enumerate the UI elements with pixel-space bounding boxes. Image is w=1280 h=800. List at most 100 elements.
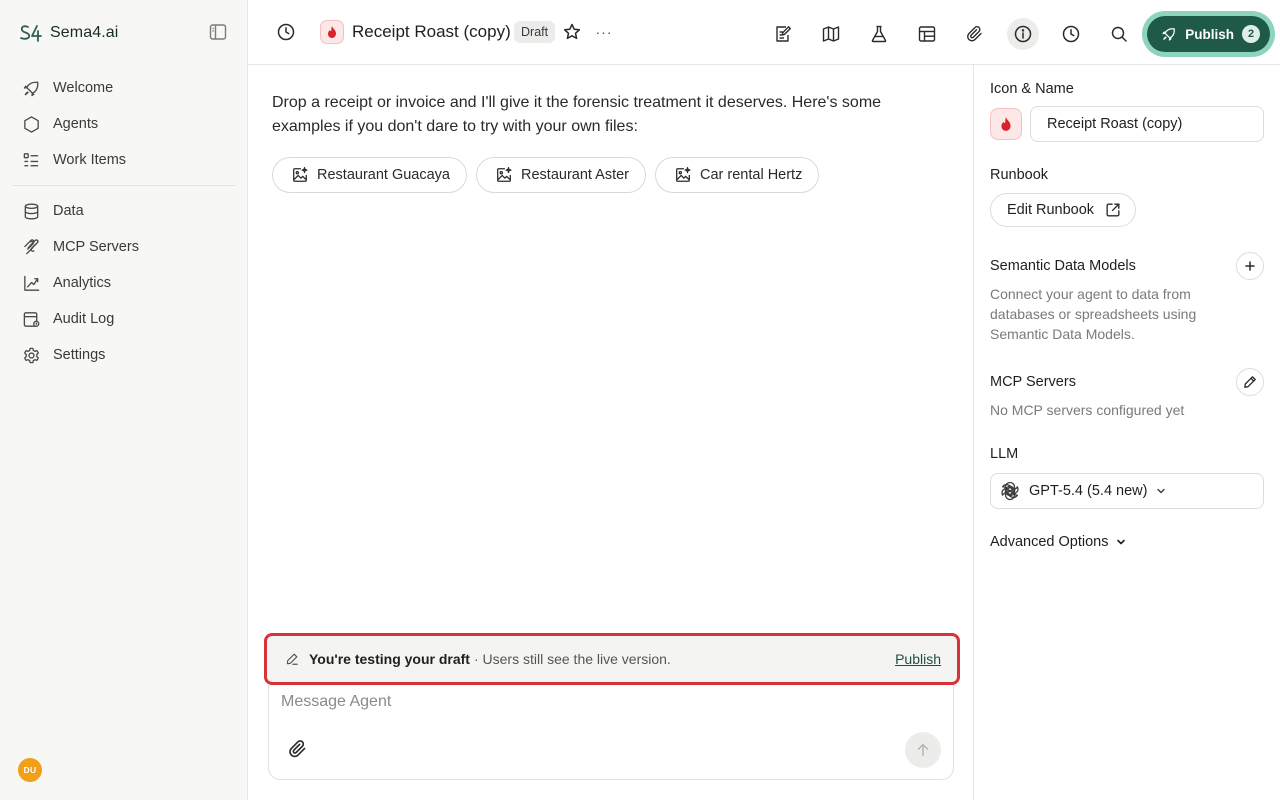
draft-badge: Draft bbox=[514, 21, 556, 43]
send-button[interactable] bbox=[905, 732, 941, 768]
history-button[interactable] bbox=[270, 16, 302, 48]
llm-selected-value: GPT-5.4 (5.4 new) bbox=[1029, 483, 1148, 499]
sidebar-item-mcp-servers[interactable]: MCP Servers bbox=[12, 229, 236, 265]
evaluations-button[interactable] bbox=[863, 18, 895, 50]
sdm-description: Connect your agent to data from database… bbox=[990, 286, 1197, 342]
image-sparkle-icon bbox=[291, 166, 309, 184]
draft-notice-publish-link[interactable]: Publish bbox=[895, 651, 941, 667]
brand[interactable]: Sema4.ai bbox=[18, 20, 118, 46]
plus-icon bbox=[1243, 259, 1257, 273]
agent-details-button[interactable] bbox=[1007, 18, 1040, 50]
agent-config-panel: Icon & Name Runbook Edit Runbook Semanti… bbox=[974, 65, 1280, 800]
arrow-up-icon bbox=[914, 741, 932, 759]
agent-icon-picker[interactable] bbox=[990, 108, 1022, 140]
runbook-label: Runbook bbox=[990, 167, 1049, 183]
example-chip-restaurant-guacaya[interactable]: Restaurant Guacaya bbox=[272, 157, 467, 193]
favorite-button[interactable] bbox=[556, 16, 588, 48]
paperclip-icon bbox=[287, 738, 311, 760]
publish-label: Publish bbox=[1185, 26, 1234, 42]
main-area: Receipt Roast (copy) Draft ··· Publish 2… bbox=[248, 0, 1280, 800]
info-icon bbox=[1013, 24, 1033, 44]
icon-name-label: Icon & Name bbox=[990, 81, 1074, 97]
add-sdm-button[interactable] bbox=[1236, 252, 1264, 280]
chevron-down-icon bbox=[1115, 536, 1127, 548]
sidebar-item-label: Data bbox=[53, 203, 84, 219]
toolbar: Publish 2 bbox=[767, 16, 1270, 52]
example-chip-label: Restaurant Aster bbox=[521, 167, 629, 183]
sidebar-item-label: MCP Servers bbox=[53, 239, 139, 255]
example-chip-car-rental-hertz[interactable]: Car rental Hertz bbox=[655, 157, 820, 193]
activity-history-button[interactable] bbox=[1055, 18, 1087, 50]
external-link-icon bbox=[1104, 201, 1122, 219]
hexagon-icon bbox=[22, 115, 41, 134]
user-avatar[interactable]: DU bbox=[18, 758, 42, 782]
table-icon bbox=[917, 24, 937, 44]
sidebar-item-welcome[interactable]: Welcome bbox=[12, 70, 236, 106]
draft-testing-notice: You're testing your draft · Users still … bbox=[264, 633, 960, 685]
advanced-options-toggle[interactable]: Advanced Options bbox=[990, 534, 1127, 550]
content-area: Drop a receipt or invoice and I'll give … bbox=[248, 65, 1280, 800]
example-chip-label: Car rental Hertz bbox=[700, 167, 803, 183]
runbook-map-button[interactable] bbox=[815, 18, 847, 50]
rocket-icon bbox=[22, 79, 41, 98]
agent-avatar bbox=[320, 20, 344, 44]
sidebar-item-work-items[interactable]: Work Items bbox=[12, 142, 236, 178]
brand-name: Sema4.ai bbox=[50, 24, 119, 41]
sidebar-item-label: Work Items bbox=[53, 152, 127, 168]
sidebar-item-settings[interactable]: Settings bbox=[12, 337, 236, 373]
message-input[interactable] bbox=[281, 689, 881, 715]
example-chip-restaurant-aster[interactable]: Restaurant Aster bbox=[476, 157, 646, 193]
fire-icon bbox=[998, 116, 1014, 132]
paperclip-icon bbox=[965, 24, 985, 44]
edit-mcp-servers-button[interactable] bbox=[1236, 368, 1264, 396]
publish-count-badge: 2 bbox=[1242, 25, 1260, 43]
advanced-options-label: Advanced Options bbox=[990, 534, 1109, 550]
sidebar-item-analytics[interactable]: Analytics bbox=[12, 265, 236, 301]
analytics-icon bbox=[22, 274, 41, 293]
star-icon bbox=[562, 22, 582, 42]
clock-icon bbox=[276, 22, 296, 42]
edit-instructions-button[interactable] bbox=[767, 18, 799, 50]
database-icon bbox=[22, 202, 41, 221]
sidebar-item-data[interactable]: Data bbox=[12, 193, 236, 229]
example-chip-label: Restaurant Guacaya bbox=[317, 167, 450, 183]
list-icon bbox=[22, 151, 41, 170]
image-sparkle-icon bbox=[674, 166, 692, 184]
image-sparkle-icon bbox=[495, 166, 513, 184]
clock-icon bbox=[1061, 24, 1081, 44]
message-composer bbox=[268, 685, 954, 780]
chat-area: Drop a receipt or invoice and I'll give … bbox=[248, 65, 974, 800]
sidebar-nav: Welcome Agents Work Items Data MCP Serve… bbox=[12, 70, 236, 373]
fire-icon bbox=[325, 25, 339, 39]
agent-name-input[interactable] bbox=[1030, 106, 1264, 142]
gear-icon bbox=[22, 346, 41, 365]
top-bar: Receipt Roast (copy) Draft ··· Publish 2 bbox=[248, 0, 1280, 65]
edit-runbook-button[interactable]: Edit Runbook bbox=[990, 193, 1137, 227]
pencil-icon bbox=[1243, 375, 1257, 389]
more-options-button[interactable]: ··· bbox=[588, 16, 620, 48]
search-button[interactable] bbox=[1103, 18, 1135, 50]
search-icon bbox=[1109, 24, 1129, 44]
openai-icon bbox=[999, 480, 1021, 502]
rocket-icon bbox=[1161, 26, 1177, 42]
attach-file-button[interactable] bbox=[287, 738, 311, 762]
llm-label: LLM bbox=[990, 446, 1019, 462]
sidebar-item-label: Agents bbox=[53, 116, 99, 132]
sidebar-item-label: Analytics bbox=[53, 275, 112, 291]
publish-button[interactable]: Publish 2 bbox=[1147, 16, 1270, 52]
sema4-logo-icon bbox=[18, 20, 44, 46]
attachments-button[interactable] bbox=[959, 18, 991, 50]
llm-select[interactable]: GPT-5.4 (5.4 new) bbox=[990, 473, 1264, 509]
edit-note-icon bbox=[773, 24, 793, 44]
mcp-servers-empty-text: No MCP servers configured yet bbox=[990, 402, 1185, 418]
sidebar-item-agents[interactable]: Agents bbox=[12, 106, 236, 142]
data-table-button[interactable] bbox=[911, 18, 943, 50]
agent-intro-message: Drop a receipt or invoice and I'll give … bbox=[272, 94, 882, 135]
sidebar: Sema4.ai Welcome Agents Work Items Data … bbox=[0, 0, 248, 800]
sidebar-item-audit-log[interactable]: Audit Log bbox=[12, 301, 236, 337]
sidebar-divider bbox=[12, 185, 236, 186]
sidebar-item-label: Welcome bbox=[53, 80, 114, 96]
mcp-servers-label: MCP Servers bbox=[990, 374, 1076, 390]
edit-runbook-label: Edit Runbook bbox=[1007, 202, 1095, 218]
collapse-sidebar-button[interactable] bbox=[208, 22, 228, 42]
